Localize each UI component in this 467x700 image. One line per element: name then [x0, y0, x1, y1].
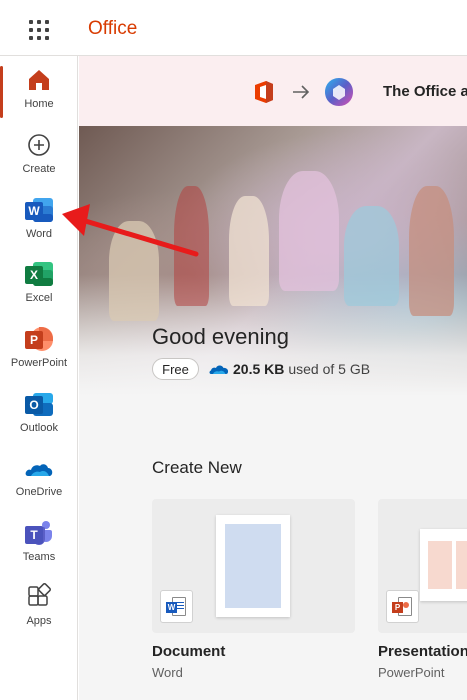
storage-info[interactable]: 20.5 KB used of 5 GB	[209, 358, 370, 380]
hero-image	[79, 126, 467, 396]
onedrive-icon	[209, 362, 229, 376]
create-presentation-card[interactable]: P	[378, 499, 467, 633]
rail-item-powerpoint[interactable]: P PowerPoint	[0, 321, 78, 383]
card-subtitle: Word	[152, 665, 183, 680]
app-launcher-icon[interactable]	[24, 16, 52, 44]
office-logo-icon	[253, 80, 275, 104]
rail-item-label: Create	[22, 163, 56, 175]
rail-item-word[interactable]: W Word	[0, 192, 78, 254]
card-title: Presentation	[378, 643, 467, 660]
apps-icon	[25, 583, 53, 611]
rail-item-label: Outlook	[20, 422, 58, 434]
rail-item-label: OneDrive	[15, 486, 63, 498]
word-file-icon: W	[160, 590, 193, 623]
teams-icon: T	[25, 519, 53, 547]
promo-banner-text: The Office a	[383, 83, 467, 100]
rail-item-onedrive[interactable]: OneDrive	[0, 450, 78, 512]
powerpoint-icon: P	[25, 325, 53, 353]
word-icon: W	[25, 196, 53, 224]
rail-item-teams[interactable]: T Teams	[0, 515, 78, 577]
rail-item-label: Apps	[26, 615, 52, 627]
rail-item-label: Word	[25, 228, 53, 240]
card-title: Document	[152, 643, 226, 660]
outlook-icon: O	[25, 390, 53, 418]
storage-used-value: 20.5 KB	[233, 361, 285, 377]
document-thumbnail	[216, 515, 290, 617]
main-content: The Office a Good evening Free 20.5 KB u…	[79, 56, 467, 700]
rail-item-outlook[interactable]: O Outlook	[0, 386, 78, 448]
arrow-right-icon	[291, 83, 311, 101]
rail-item-label: Home	[24, 98, 54, 110]
rail-item-excel[interactable]: X Excel	[0, 256, 78, 318]
create-new-heading: Create New	[152, 458, 242, 477]
rail-item-label: Teams	[22, 551, 56, 563]
rail-item-create[interactable]: Create	[0, 127, 78, 189]
home-icon	[25, 66, 53, 94]
add-circle-icon	[25, 131, 53, 159]
storage-used-label: used of 5 GB	[288, 361, 371, 377]
top-bar: Office	[0, 0, 467, 56]
left-rail: Home Create W Word X Excel P PowerPoint …	[0, 56, 78, 700]
powerpoint-file-icon: P	[386, 590, 419, 623]
onedrive-icon	[25, 454, 53, 482]
create-document-card[interactable]: W	[152, 499, 355, 633]
excel-icon: X	[25, 260, 53, 288]
plan-badge: Free	[152, 358, 199, 380]
rail-item-home[interactable]: Home	[0, 62, 78, 124]
copilot-logo-icon	[323, 76, 355, 108]
greeting-heading: Good evening	[152, 324, 289, 349]
rail-item-label: PowerPoint	[10, 357, 68, 369]
promo-banner[interactable]: The Office a	[79, 56, 467, 126]
card-subtitle: PowerPoint	[378, 665, 445, 680]
presentation-thumbnail	[420, 529, 467, 601]
rail-item-label: Excel	[25, 292, 53, 304]
office-brand-link[interactable]: Office	[88, 18, 137, 40]
rail-item-apps[interactable]: Apps	[0, 579, 78, 641]
